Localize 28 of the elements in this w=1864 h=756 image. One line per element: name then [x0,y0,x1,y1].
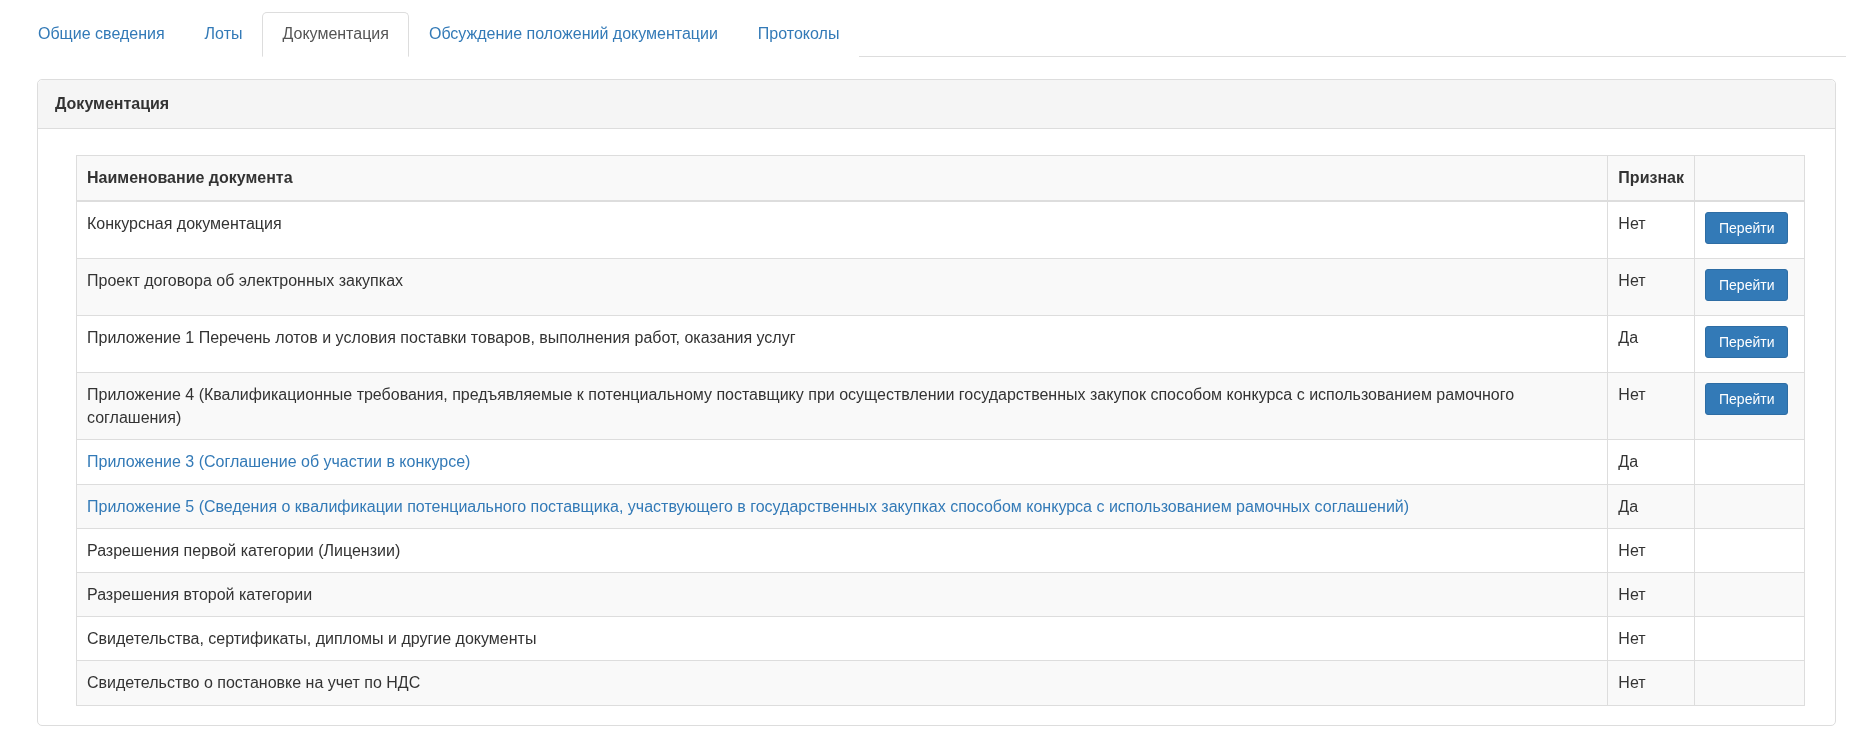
table-cell: Нет [1607,616,1695,661]
document-name: Свидетельство о постановке на учет по НДС [87,674,421,692]
table-cell: Нет [1607,201,1695,259]
table-cell: Нет [1607,372,1695,440]
document-name: Проект договора об электронных закупках [87,272,404,289]
document-link[interactable]: Приложение 3 (Соглашение об участии в конкурсе) [87,453,471,471]
document-name: Приложение 4 (Квалификационные требования, предъявляемые к потенциальному поставщику при осуществлении государственных закупок способом конкурса с использованием рамочного соглашения) [87,386,1515,427]
document-name: Приложение 1 Перечень лотов и условия поставки товаров, выполнения работ, оказания услуг [87,329,796,346]
tab[interactable]: Документация [262,12,409,57]
document-name: Разрешения второй категории [87,585,313,603]
table-cell: Да [1607,484,1695,529]
table-cell: Нет [1607,258,1695,316]
go-button[interactable]: Перейти [1705,212,1789,244]
document-name: Свидетельства, сертификаты, дипломы и другие документы [87,630,537,648]
panel-title: Документация [38,80,1835,129]
table-cell: Нет [1607,660,1695,705]
document-name: Конкурсная документация [87,215,282,232]
column-header: Наименование документа [76,155,1608,201]
document-link[interactable]: Приложение 5 (Сведения о квалификации потенциального поставщика, участвующего в государственных закупках способом конкурса с использованием рамочных соглашений) [87,497,1410,515]
go-button[interactable]: Перейти [1705,326,1789,358]
table-cell: Да [1607,439,1695,485]
table-cell: Нет [1607,528,1695,573]
document-name: Разрешения первой категории (Лицензии) [87,541,401,559]
go-button[interactable]: Перейти [1705,383,1789,415]
column-header: Признак [1607,155,1695,201]
table-cell: Да [1607,315,1695,373]
table-cell: Нет [1607,572,1695,617]
go-button[interactable]: Перейти [1705,269,1789,301]
